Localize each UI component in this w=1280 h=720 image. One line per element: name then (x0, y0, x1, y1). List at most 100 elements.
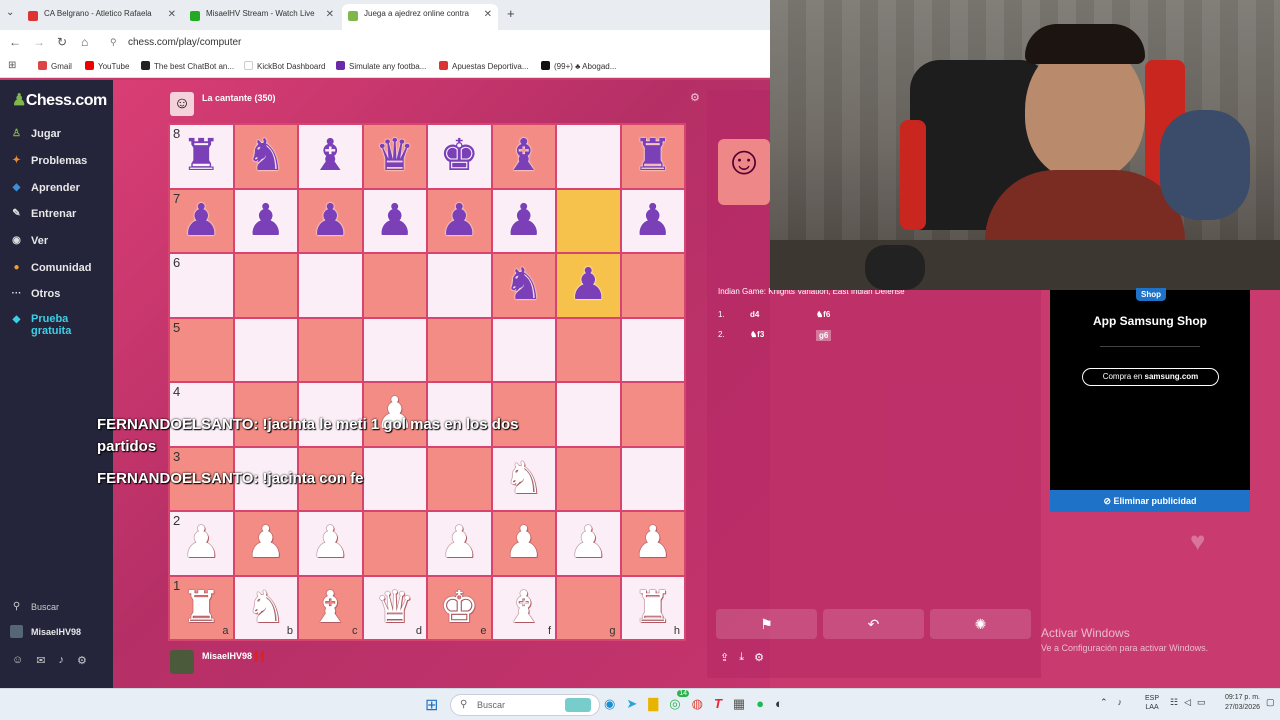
square-f6[interactable]: ♞ (492, 254, 555, 317)
white-pawn-piece[interactable]: ♟ (504, 521, 543, 565)
square-h2[interactable]: ♟ (621, 512, 684, 575)
square-a7[interactable]: ♟ 7 (170, 189, 233, 252)
battery-icon[interactable]: ▭ (1197, 697, 1206, 708)
square-e7[interactable]: ♟ (428, 189, 491, 252)
square-d2[interactable] (363, 512, 426, 575)
square-b1[interactable]: ♞ b (234, 576, 297, 639)
text-app-icon[interactable]: T (714, 696, 722, 712)
square-f1[interactable]: ♝ f (492, 576, 555, 639)
bookmark-tiktok[interactable]: (99+) ♣ Abogad... (541, 61, 616, 71)
square-d5[interactable] (363, 318, 426, 381)
square-h6[interactable] (621, 254, 684, 317)
sidebar-item-jugar[interactable]: ♙ Jugar (10, 127, 61, 140)
black-pawn-piece[interactable]: ♟ (504, 198, 543, 243)
black-knight-piece[interactable]: ♞ (246, 134, 285, 178)
sidebar-item-prueba[interactable]: ◆ Prueba gratuita (10, 313, 91, 337)
square-a5[interactable]: 5 (170, 318, 233, 381)
square-a6[interactable]: 6 (170, 254, 233, 317)
black-pawn-piece[interactable]: ♟ (569, 263, 608, 307)
black-king-piece[interactable]: ♚ (440, 134, 479, 178)
white-pawn-piece[interactable]: ♟ (440, 521, 479, 565)
bell-icon[interactable]: ♪ (58, 654, 64, 667)
white-pawn-piece[interactable]: ♟ (246, 521, 285, 565)
mic-icon[interactable]: ♪ (1118, 697, 1123, 708)
square-d7[interactable]: ♟ (363, 189, 426, 252)
sidebar-item-problemas[interactable]: ✦ Problemas (10, 154, 87, 167)
taskbar-search[interactable]: ⚲ Buscar (450, 694, 600, 716)
reload-icon[interactable]: ↻ (57, 35, 67, 49)
square-f7[interactable]: ♟ (492, 189, 555, 252)
square-a8[interactable]: ♜ 8 (170, 125, 233, 188)
url-field[interactable]: chess.com/play/computer (128, 37, 241, 48)
volume-icon[interactable]: ◁ (1184, 697, 1191, 708)
square-e1[interactable]: ♚ e (428, 576, 491, 639)
white-rook-piece[interactable]: ♜ (633, 585, 672, 630)
square-a1[interactable]: ♜ 1 a (170, 576, 233, 639)
whatsapp-icon[interactable]: ◎ 14 (669, 690, 690, 712)
white-pawn-piece[interactable]: ♟ (569, 521, 608, 565)
square-e6[interactable] (428, 254, 491, 317)
square-b8[interactable]: ♞ (234, 125, 297, 188)
app-icon[interactable]: ◐ (775, 696, 783, 712)
close-tab-icon[interactable]: ✕ (484, 9, 492, 20)
sidebar-user[interactable]: MisaelHV98 (10, 625, 81, 638)
white-rook-piece[interactable]: ♜ (182, 585, 221, 630)
apps-icon[interactable]: ⊞ (8, 60, 16, 71)
ad-cta-button[interactable]: Compra en samsung.com (1082, 368, 1219, 386)
black-bishop-piece[interactable]: ♝ (311, 134, 350, 178)
square-c2[interactable]: ♟ (299, 512, 362, 575)
sidebar-item-otros[interactable]: ··· Otros (10, 287, 61, 300)
square-d1[interactable]: ♛ d (363, 576, 426, 639)
bookmark-kickbot[interactable]: KickBot Dashboard (244, 61, 325, 71)
square-h8[interactable]: ♜ (621, 125, 684, 188)
bookmark-simulate[interactable]: Simulate any footba... (336, 61, 426, 71)
bookmark-apuestas[interactable]: Apuestas Deportiva... (439, 61, 528, 71)
bookmark-youtube[interactable]: YouTube (85, 61, 129, 71)
square-e5[interactable] (428, 318, 491, 381)
black-pawn-piece[interactable]: ♟ (182, 198, 221, 243)
square-d6[interactable] (363, 254, 426, 317)
square-b2[interactable]: ♟ (234, 512, 297, 575)
square-e2[interactable]: ♟ (428, 512, 491, 575)
calculator-icon[interactable]: ▦ (733, 696, 745, 712)
chess-logo[interactable]: ♟Chess.com (12, 90, 107, 110)
square-g1[interactable]: g (557, 576, 620, 639)
black-rook-piece[interactable]: ♜ (633, 134, 672, 178)
square-f8[interactable]: ♝ (492, 125, 555, 188)
square-b6[interactable] (234, 254, 297, 317)
bookmark-chatbot[interactable]: The best ChatBot an... (141, 61, 234, 71)
clock[interactable]: 09:17 p. m. 27/03/2026 (1212, 693, 1260, 713)
square-h3[interactable] (621, 447, 684, 510)
square-f2[interactable]: ♟ (492, 512, 555, 575)
square-c7[interactable]: ♟ (299, 189, 362, 252)
black-bishop-piece[interactable]: ♝ (504, 134, 543, 178)
square-g8[interactable] (557, 125, 620, 188)
square-b7[interactable]: ♟ (234, 189, 297, 252)
sidebar-search[interactable]: ⚲ Buscar (10, 600, 59, 613)
white-queen-piece[interactable]: ♛ (375, 585, 414, 630)
square-c5[interactable] (299, 318, 362, 381)
tab-list-icon[interactable]: ⌄ (6, 7, 14, 18)
square-a2[interactable]: ♟ 2 (170, 512, 233, 575)
sidebar-item-comunidad[interactable]: ● Comunidad (10, 261, 91, 274)
site-info-icon[interactable]: ⚲ (110, 37, 117, 48)
file-explorer-icon[interactable]: ▇ (648, 696, 658, 712)
square-h1[interactable]: ♜ h (621, 576, 684, 639)
square-f5[interactable] (492, 318, 555, 381)
black-pawn-piece[interactable]: ♟ (440, 198, 479, 243)
bookmark-gmail[interactable]: Gmail (38, 61, 72, 71)
black-queen-piece[interactable]: ♛ (375, 134, 414, 178)
white-king-piece[interactable]: ♚ (440, 585, 479, 630)
tab-belgrano[interactable]: CA Belgrano - Atletico Rafaela ✕ (22, 4, 182, 30)
language-indicator[interactable]: ESP LAA (1145, 694, 1159, 712)
black-knight-piece[interactable]: ♞ (504, 263, 543, 307)
square-h5[interactable] (621, 318, 684, 381)
square-b5[interactable] (234, 318, 297, 381)
chess-board[interactable]: ♜ 8 ♞ ♝ ♛ ♚ ♝ ♜ ♟ 7 ♟ ♟ ♟ ♟ ♟ ♟ 6 ♞ ♟ 5 4 ♟ 3 ♞ ♟ 2 ♟ ♟ ♟ ♟ ♟ ♟ ♜ 1 a ♞ b ♝ c ♛… (168, 123, 686, 641)
square-g5[interactable] (557, 318, 620, 381)
settings-icon[interactable]: ⚙ (754, 651, 764, 664)
hint-button[interactable]: ✺ (930, 609, 1031, 639)
white-pawn-piece[interactable]: ♟ (633, 521, 672, 565)
share-icon[interactable]: ⇪ (720, 651, 729, 664)
sidebar-item-ver[interactable]: ◉ Ver (10, 234, 48, 247)
